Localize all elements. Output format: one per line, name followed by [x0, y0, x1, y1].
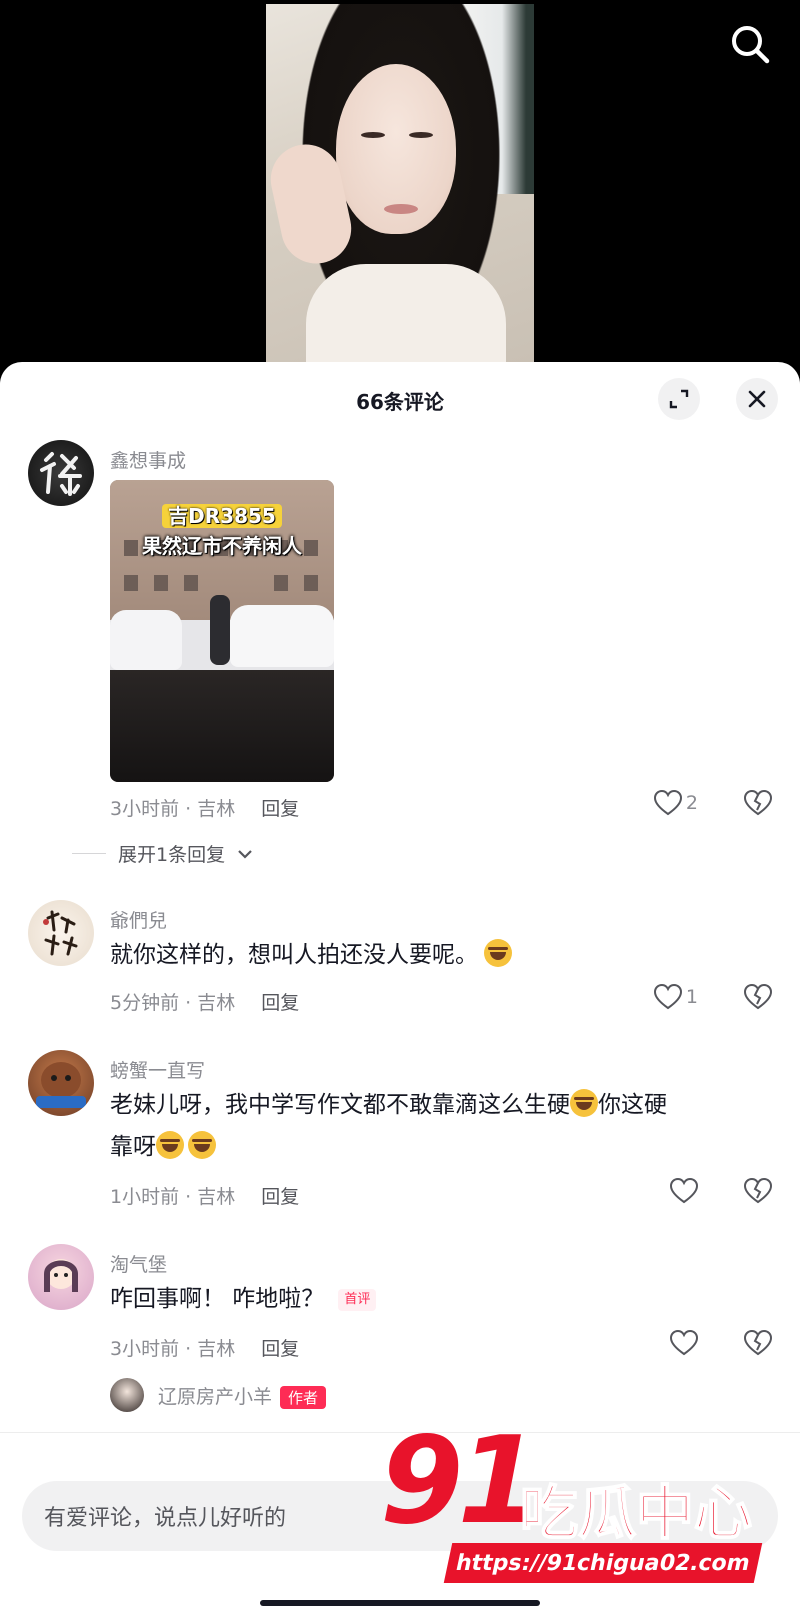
expand-icon [669, 389, 689, 409]
image-dashboard [110, 670, 334, 782]
image-car [230, 605, 334, 667]
expand-button[interactable] [658, 378, 700, 420]
chevron-down-icon [238, 849, 252, 859]
reply-button[interactable]: 回复 [261, 992, 299, 1014]
like-count: 2 [685, 792, 698, 814]
image-person [210, 595, 230, 665]
video-frame[interactable] [266, 4, 534, 380]
comment-author[interactable]: 鑫想事成 [110, 446, 186, 473]
comment-meta: 3小时前 · 吉林 回复 [110, 1334, 299, 1361]
comment-text-content: 就你这样的，想叫人拍还没人要呢。 [110, 942, 478, 968]
heart-icon [653, 984, 682, 1010]
comment-text-line: 你这硬 [598, 1092, 667, 1118]
heart-icon [670, 1178, 698, 1204]
heart-icon [653, 790, 682, 816]
comment-author[interactable]: 爺們兒 [110, 906, 167, 933]
avatar-cartoon-icon [36, 1062, 86, 1108]
comment-time: 3小时前 · 吉林 [110, 1338, 236, 1360]
reply-author-name[interactable]: 辽原房产小羊 [158, 1386, 272, 1408]
home-indicator [260, 1600, 540, 1606]
comment-author[interactable]: 淘气堡 [110, 1250, 167, 1277]
comment-time: 1小时前 · 吉林 [110, 1186, 236, 1208]
dislike-button[interactable] [743, 1177, 773, 1208]
search-icon [732, 26, 770, 64]
comment-time: 3小时前 · 吉林 [110, 798, 236, 820]
close-button[interactable] [736, 378, 778, 420]
close-icon [748, 390, 766, 408]
avatar[interactable] [28, 1050, 94, 1116]
video-lips [384, 204, 418, 214]
dislike-icon [743, 983, 773, 1010]
like-count: 1 [685, 986, 698, 1008]
video-player[interactable] [0, 0, 800, 380]
sheet-header: 66条评论 [0, 362, 800, 432]
comment-text-content: 咋回事啊！ 咋地啦？ [110, 1286, 325, 1312]
comment-meta: 5分钟前 · 吉林 回复 [110, 988, 299, 1015]
like-button[interactable] [670, 1178, 698, 1204]
comment-time: 5分钟前 · 吉林 [110, 992, 236, 1014]
avatar[interactable] [28, 900, 94, 966]
like-button[interactable]: 1 [653, 984, 698, 1010]
dislike-button[interactable] [743, 1329, 773, 1360]
avatar-calligraphy-icon [43, 910, 78, 956]
laugh-cry-emoji [188, 1131, 216, 1159]
avatar[interactable] [28, 440, 94, 506]
video-eyes [361, 132, 433, 140]
like-button[interactable]: 2 [653, 790, 698, 816]
heart-icon [670, 1330, 698, 1356]
first-comment-badge: 首评 [338, 1288, 377, 1311]
comment-text: 咋回事啊！ 咋地啦？ 首评 [110, 1278, 770, 1320]
comment-input-placeholder: 有爱评论，说点儿好听的 [44, 1506, 287, 1531]
dislike-icon [743, 789, 773, 816]
comment-text-line: 老妹儿呀，我中学写作文都不敢靠滴这么生硬 [110, 1092, 570, 1118]
comment-meta: 3小时前 · 吉林 回复 [110, 794, 299, 821]
comment-image[interactable]: 吉DR3855 果然辽市不养闲人 [110, 480, 334, 782]
comment-meta: 1小时前 · 吉林 回复 [110, 1182, 299, 1209]
comment-text-line: 靠呀 [110, 1134, 156, 1160]
dislike-icon [743, 1329, 773, 1356]
like-button[interactable] [670, 1330, 698, 1356]
image-car [110, 610, 182, 670]
watermark-text: 吃瓜中心 [519, 1478, 753, 1548]
dislike-button[interactable] [743, 983, 773, 1014]
expand-replies-button[interactable]: 展开1条回复 [72, 840, 253, 867]
search-button[interactable] [728, 22, 772, 66]
avatar-calligraphy-icon [40, 452, 82, 496]
laugh-cry-emoji [570, 1089, 598, 1117]
watermark-number: 91 [380, 1412, 541, 1551]
dislike-button[interactable] [743, 789, 773, 820]
author-avatar[interactable] [110, 1378, 144, 1412]
avatar[interactable] [28, 1244, 94, 1310]
divider-line [72, 853, 106, 854]
reply-author: 辽原房产小羊 作者 [158, 1382, 327, 1409]
comment-text: 就你这样的，想叫人拍还没人要呢。 [110, 934, 770, 976]
laugh-cry-emoji [156, 1131, 184, 1159]
avatar-girl-icon [44, 1259, 78, 1292]
reply-button[interactable]: 回复 [261, 798, 299, 820]
watermark-url: https://91chigua02.com [443, 1543, 763, 1583]
image-caption-plate: 吉DR3855 [110, 500, 334, 529]
expand-replies-label: 展开1条回复 [118, 844, 226, 866]
author-badge: 作者 [280, 1386, 327, 1409]
reply-button[interactable]: 回复 [261, 1338, 299, 1360]
laugh-cry-emoji [484, 939, 512, 967]
dislike-icon [743, 1177, 773, 1204]
image-caption-text: 果然辽市不养闲人 [142, 534, 302, 558]
comment-text: 老妹儿呀，我中学写作文都不敢靠滴这么生硬 你这硬 靠呀 [110, 1084, 780, 1168]
reply-button[interactable]: 回复 [261, 1186, 299, 1208]
comment-author[interactable]: 螃蟹一直写 [110, 1056, 205, 1083]
